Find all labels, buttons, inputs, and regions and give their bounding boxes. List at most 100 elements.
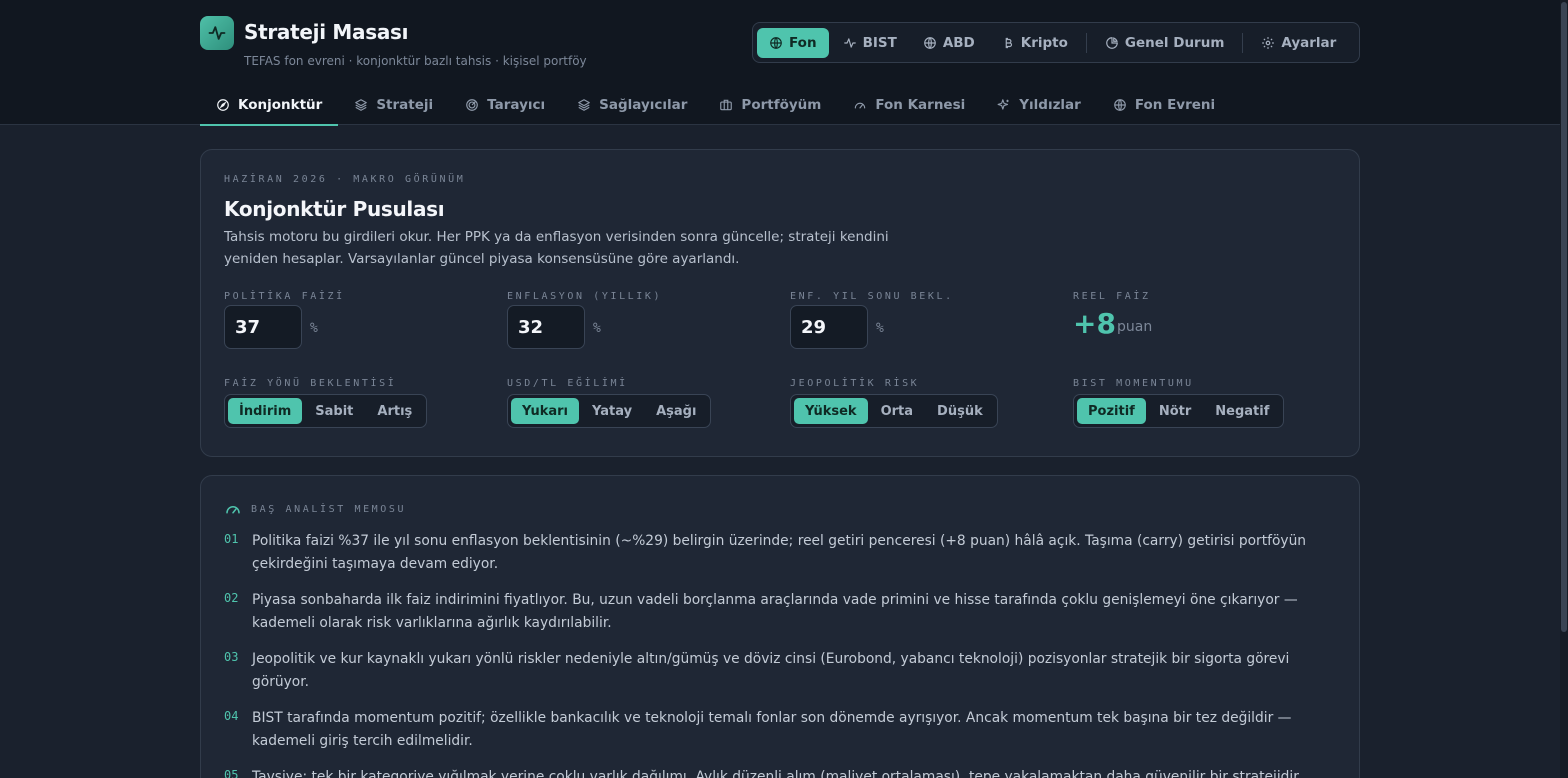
rate-direction-option-sabit[interactable]: Sabit	[304, 398, 364, 424]
tab-label: Tarayıcı	[487, 96, 546, 113]
memo-eyebrow: BAŞ ANALİST MEMOSU	[251, 503, 407, 515]
market-bist-label: BIST	[862, 34, 897, 51]
market-kripto-button[interactable]: Kripto	[989, 28, 1080, 58]
rate-direction-toggle: İndirim Sabit Artış	[224, 394, 428, 428]
pie-chart-icon	[1106, 36, 1118, 49]
settings-button[interactable]: Ayarlar	[1249, 28, 1348, 58]
memo-text: Politika faizi %37 ile yıl sonu enflasyo…	[252, 533, 1307, 572]
market-abd-button[interactable]: ABD	[911, 28, 987, 58]
sparkles-icon	[997, 98, 1009, 110]
inflation-unit: %	[593, 321, 601, 336]
rate-direction-label: FAİZ YÖNÜ BEKLENTİSİ	[224, 378, 397, 389]
tab-label: Strateji	[376, 96, 434, 113]
memo-number: 01	[224, 532, 239, 546]
market-kripto-label: Kripto	[1020, 34, 1068, 51]
top-bar: Strateji Masası TEFAS fon evreni · konjo…	[0, 0, 1568, 126]
memo-text: BIST tarafında momentum pozitif; özellik…	[252, 710, 1292, 749]
memo-text: Tavsiye: tek bir kategoriye yığılmak yer…	[252, 769, 1303, 778]
market-fon-label: Fon	[789, 34, 817, 51]
geo-risk-label: JEOPOLİTİK RİSK	[790, 378, 920, 389]
rate-direction-option-artis[interactable]: Artış	[366, 398, 423, 424]
memo-item: 01 Politika faizi %37 ile yıl sonu enfla…	[224, 530, 1334, 576]
market-switcher: Fon BIST ABD Kripto Genel Durum Ayarlar	[752, 22, 1360, 63]
tab-label: Yıldızlar	[1019, 96, 1081, 113]
geo-risk-option-dusuk[interactable]: Düşük	[926, 398, 994, 424]
geo-risk-option-yuksek[interactable]: Yüksek	[794, 398, 868, 424]
pulse-icon	[200, 16, 234, 50]
tab-label: Konjonktür	[238, 96, 323, 113]
rate-direction-option-indirim[interactable]: İndirim	[228, 398, 303, 424]
gauge-icon	[855, 102, 866, 108]
memo-number: 03	[224, 650, 239, 664]
memo-item: 02 Piyasa sonbaharda ilk faiz indirimini…	[224, 589, 1334, 635]
memo-number: 04	[224, 709, 239, 723]
bist-momentum-option-pozitif[interactable]: Pozitif	[1077, 398, 1146, 424]
memo-item: 04 BIST tarafında momentum pozitif; özel…	[224, 707, 1334, 753]
geo-risk-toggle: Yüksek Orta Düşük	[790, 394, 998, 428]
usd-try-toggle: Yukarı Yatay Aşağı	[507, 394, 712, 428]
scrollbar-thumb[interactable]	[1561, 2, 1567, 632]
bist-momentum-option-notr[interactable]: Nötr	[1148, 398, 1202, 424]
globe-icon	[770, 36, 782, 49]
usd-try-option-asagi[interactable]: Aşağı	[645, 398, 707, 424]
main-tabs: Konjonktür Strateji Tarayıcı Sağlayıcıla…	[200, 84, 1231, 126]
activity-icon	[843, 37, 856, 48]
tab-tarayici[interactable]: Tarayıcı	[449, 84, 561, 125]
compass-icon	[217, 98, 229, 111]
memo-text: Jeopolitik ve kur kaynaklı yukarı yönlü …	[252, 651, 1290, 690]
real-rate-value: +8	[1073, 307, 1116, 340]
bist-momentum-label: BIST MOMENTUMU	[1073, 378, 1194, 389]
tab-label: Fon Karnesi	[875, 96, 966, 113]
tab-konjonktur[interactable]: Konjonktür	[200, 84, 339, 126]
policy-rate-input[interactable]: 37	[224, 305, 302, 349]
memo-item: 03 Jeopolitik ve kur kaynaklı yukarı yön…	[224, 648, 1334, 694]
market-bist-button[interactable]: BIST	[831, 28, 909, 58]
tab-label: Portföyüm	[741, 96, 822, 113]
genel-durum-label: Genel Durum	[1124, 34, 1225, 51]
tab-strateji[interactable]: Strateji	[338, 84, 449, 125]
real-rate-unit: puan	[1117, 319, 1153, 335]
memo-number: 02	[224, 591, 239, 605]
tab-saglayicilar[interactable]: Sağlayıcılar	[561, 84, 703, 125]
policy-rate-label: POLİTİKA FAİZİ	[224, 291, 345, 302]
compass-description: Tahsis motoru bu girdileri okur. Her PPK…	[224, 229, 889, 267]
layers-icon	[355, 98, 368, 111]
gear-icon	[1262, 36, 1275, 49]
tab-fon-karnesi[interactable]: Fon Karnesi	[837, 84, 981, 125]
divider	[1242, 32, 1244, 53]
bist-momentum-option-negatif[interactable]: Negatif	[1204, 398, 1280, 424]
inflation-expectation-input[interactable]: 29	[790, 305, 868, 349]
settings-label: Ayarlar	[1281, 34, 1337, 51]
memo-number: 05	[224, 768, 239, 778]
memo-header: BAŞ ANALİST MEMOSU	[224, 500, 406, 518]
tab-portfoyum[interactable]: Portföyüm	[703, 84, 837, 125]
inflation-expectation-label: ENF. YIL SONU BEKL.	[790, 291, 954, 302]
divider	[1085, 32, 1087, 53]
gauge-icon	[226, 506, 240, 514]
inflation-input[interactable]: 32	[507, 305, 585, 349]
bitcoin-icon	[1005, 37, 1012, 48]
briefcase-icon	[720, 99, 733, 110]
usd-try-option-yatay[interactable]: Yatay	[581, 398, 643, 424]
inflation-expectation-unit: %	[876, 321, 884, 336]
page-scrollbar[interactable]	[1560, 0, 1568, 778]
compass-title: Konjonktür Pusulası	[224, 197, 445, 221]
globe-icon	[1113, 98, 1126, 111]
usd-try-option-yukari[interactable]: Yukarı	[511, 398, 580, 424]
radar-icon	[466, 98, 478, 111]
memo-item: 05 Tavsiye: tek bir kategoriye yığılmak …	[224, 766, 1334, 778]
compass-eyebrow: HAZİRAN 2026 · MAKRO GÖRÜNÜM	[224, 174, 466, 185]
memo-list: 01 Politika faizi %37 ile yıl sonu enfla…	[224, 530, 1334, 778]
genel-durum-button[interactable]: Genel Durum	[1093, 28, 1236, 58]
tab-fon-evreni[interactable]: Fon Evreni	[1097, 84, 1231, 125]
memo-card: BAŞ ANALİST MEMOSU 01 Politika faizi %37…	[200, 475, 1360, 778]
tab-label: Fon Evreni	[1134, 96, 1216, 113]
market-fon-button[interactable]: Fon	[757, 27, 829, 58]
tab-yildizlar[interactable]: Yıldızlar	[981, 84, 1097, 125]
geo-risk-option-orta[interactable]: Orta	[870, 398, 924, 424]
inflation-label: ENFLASYON (YILLIK)	[507, 291, 663, 302]
memo-text: Piyasa sonbaharda ilk faiz indirimini fi…	[252, 592, 1298, 631]
policy-rate-unit: %	[310, 321, 318, 336]
usd-try-label: USD/TL EĞİLİMİ	[507, 378, 628, 389]
bist-momentum-toggle: Pozitif Nötr Negatif	[1073, 394, 1285, 428]
